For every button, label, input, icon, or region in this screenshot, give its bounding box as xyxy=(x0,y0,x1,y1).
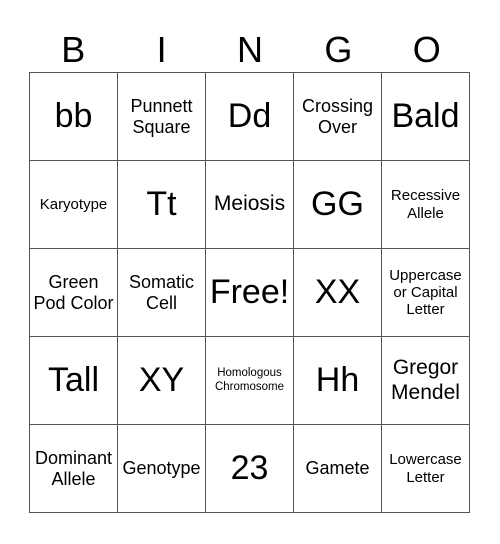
bingo-cell[interactable]: Hh xyxy=(294,337,382,425)
header-letter-n: N xyxy=(236,29,263,70)
bingo-cell[interactable]: Green Pod Color xyxy=(30,249,118,337)
bingo-cell[interactable]: bb xyxy=(30,73,118,161)
bingo-cell[interactable]: Crossing Over xyxy=(294,73,382,161)
bingo-cell[interactable]: Tt xyxy=(118,161,206,249)
bingo-card-grid: bb Punnett Square Dd Crossing Over Bald Karyo… xyxy=(29,72,470,513)
bingo-cell[interactable]: Bald xyxy=(382,73,470,161)
bingo-cell[interactable]: XX xyxy=(294,249,382,337)
bingo-free-space[interactable]: Free! xyxy=(206,249,294,337)
bingo-cell[interactable]: Punnett Square xyxy=(118,73,206,161)
header-letter-b: B xyxy=(61,29,86,70)
bingo-cell[interactable]: Gamete xyxy=(294,425,382,513)
bingo-cell[interactable]: 23 xyxy=(206,425,294,513)
header-letter-o: O xyxy=(412,29,441,70)
bingo-cell[interactable]: Karyotype xyxy=(30,161,118,249)
bingo-cell[interactable]: Tall xyxy=(30,337,118,425)
bingo-cell[interactable]: GG xyxy=(294,161,382,249)
bingo-cell[interactable]: Uppercase or Capital Letter xyxy=(382,249,470,337)
bingo-cell[interactable]: Gregor Mendel xyxy=(382,337,470,425)
bingo-header: B I N G O xyxy=(29,28,471,72)
bingo-cell[interactable]: Recessive Allele xyxy=(382,161,470,249)
header-letter-g: G xyxy=(324,29,353,70)
bingo-cell[interactable]: Homologous Chromosome xyxy=(206,337,294,425)
bingo-cell[interactable]: Lowercase Letter xyxy=(382,425,470,513)
bingo-cell[interactable]: Meiosis xyxy=(206,161,294,249)
bingo-cell[interactable]: Dd xyxy=(206,73,294,161)
bingo-cell[interactable]: Somatic Cell xyxy=(118,249,206,337)
bingo-cell[interactable]: Dominant Allele xyxy=(30,425,118,513)
bingo-cell[interactable]: Genotype xyxy=(118,425,206,513)
header-letter-i: I xyxy=(156,29,167,70)
bingo-cell[interactable]: XY xyxy=(118,337,206,425)
